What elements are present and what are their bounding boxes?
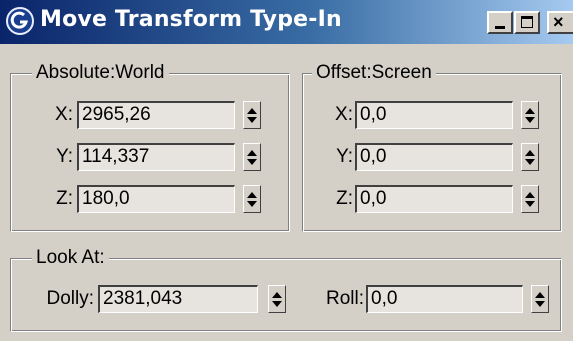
maximize-button[interactable]	[514, 11, 540, 34]
off-x-spinner[interactable]	[521, 101, 539, 129]
roll-spinner[interactable]	[531, 285, 549, 313]
spinner-up-icon[interactable]	[525, 150, 535, 156]
roll-field[interactable]: 0,0	[366, 285, 523, 313]
spinner-up-icon[interactable]	[247, 108, 257, 114]
close-icon: ×	[553, 12, 564, 32]
close-button[interactable]: ×	[547, 11, 573, 34]
maximize-icon	[521, 16, 533, 28]
off-z-spinner[interactable]	[521, 185, 539, 213]
offset-screen-legend: Offset:Screen	[312, 62, 436, 84]
spinner-up-icon[interactable]	[525, 192, 535, 198]
spinner-down-icon[interactable]	[272, 301, 282, 307]
spinner-up-icon[interactable]	[525, 108, 535, 114]
window-title: Move Transform Type-In	[40, 7, 342, 32]
abs-x-spinner[interactable]	[243, 101, 261, 129]
look-at-legend: Look At:	[32, 247, 109, 269]
off-y-spinner[interactable]	[521, 143, 539, 171]
off-x-label: X:	[335, 104, 353, 125]
spinner-down-icon[interactable]	[525, 117, 535, 123]
roll-label: Roll:	[325, 288, 364, 309]
abs-y-field[interactable]: 114,337	[77, 143, 235, 171]
app-logo-icon[interactable]	[6, 7, 34, 35]
dolly-field[interactable]: 2381,043	[98, 285, 258, 313]
minimize-icon	[495, 26, 505, 29]
absolute-world-legend: Absolute:World	[32, 62, 169, 84]
spinner-down-icon[interactable]	[247, 159, 257, 165]
spinner-down-icon[interactable]	[535, 301, 545, 307]
off-y-field[interactable]: 0,0	[355, 143, 513, 171]
spinner-down-icon[interactable]	[247, 117, 257, 123]
spinner-down-icon[interactable]	[247, 201, 257, 207]
off-z-label: Z:	[336, 188, 353, 209]
minimize-button[interactable]	[487, 11, 513, 34]
abs-z-spinner[interactable]	[243, 185, 261, 213]
spinner-up-icon[interactable]	[247, 192, 257, 198]
off-y-label: Y:	[336, 146, 353, 167]
spinner-down-icon[interactable]	[525, 201, 535, 207]
spinner-up-icon[interactable]	[535, 292, 545, 298]
abs-z-label: Z:	[56, 188, 73, 209]
spinner-up-icon[interactable]	[272, 292, 282, 298]
dolly-label: Dolly:	[46, 288, 94, 309]
dolly-spinner[interactable]	[268, 285, 286, 313]
spinner-down-icon[interactable]	[525, 159, 535, 165]
abs-y-spinner[interactable]	[243, 143, 261, 171]
off-x-field[interactable]: 0,0	[355, 101, 513, 129]
abs-y-label: Y:	[56, 146, 73, 167]
abs-x-field[interactable]: 2965,26	[77, 101, 235, 129]
off-z-field[interactable]: 0,0	[355, 185, 513, 213]
abs-x-label: X:	[55, 104, 73, 125]
abs-z-field[interactable]: 180,0	[77, 185, 235, 213]
spinner-up-icon[interactable]	[247, 150, 257, 156]
title-bar[interactable]: Move Transform Type-In ×	[0, 0, 573, 44]
